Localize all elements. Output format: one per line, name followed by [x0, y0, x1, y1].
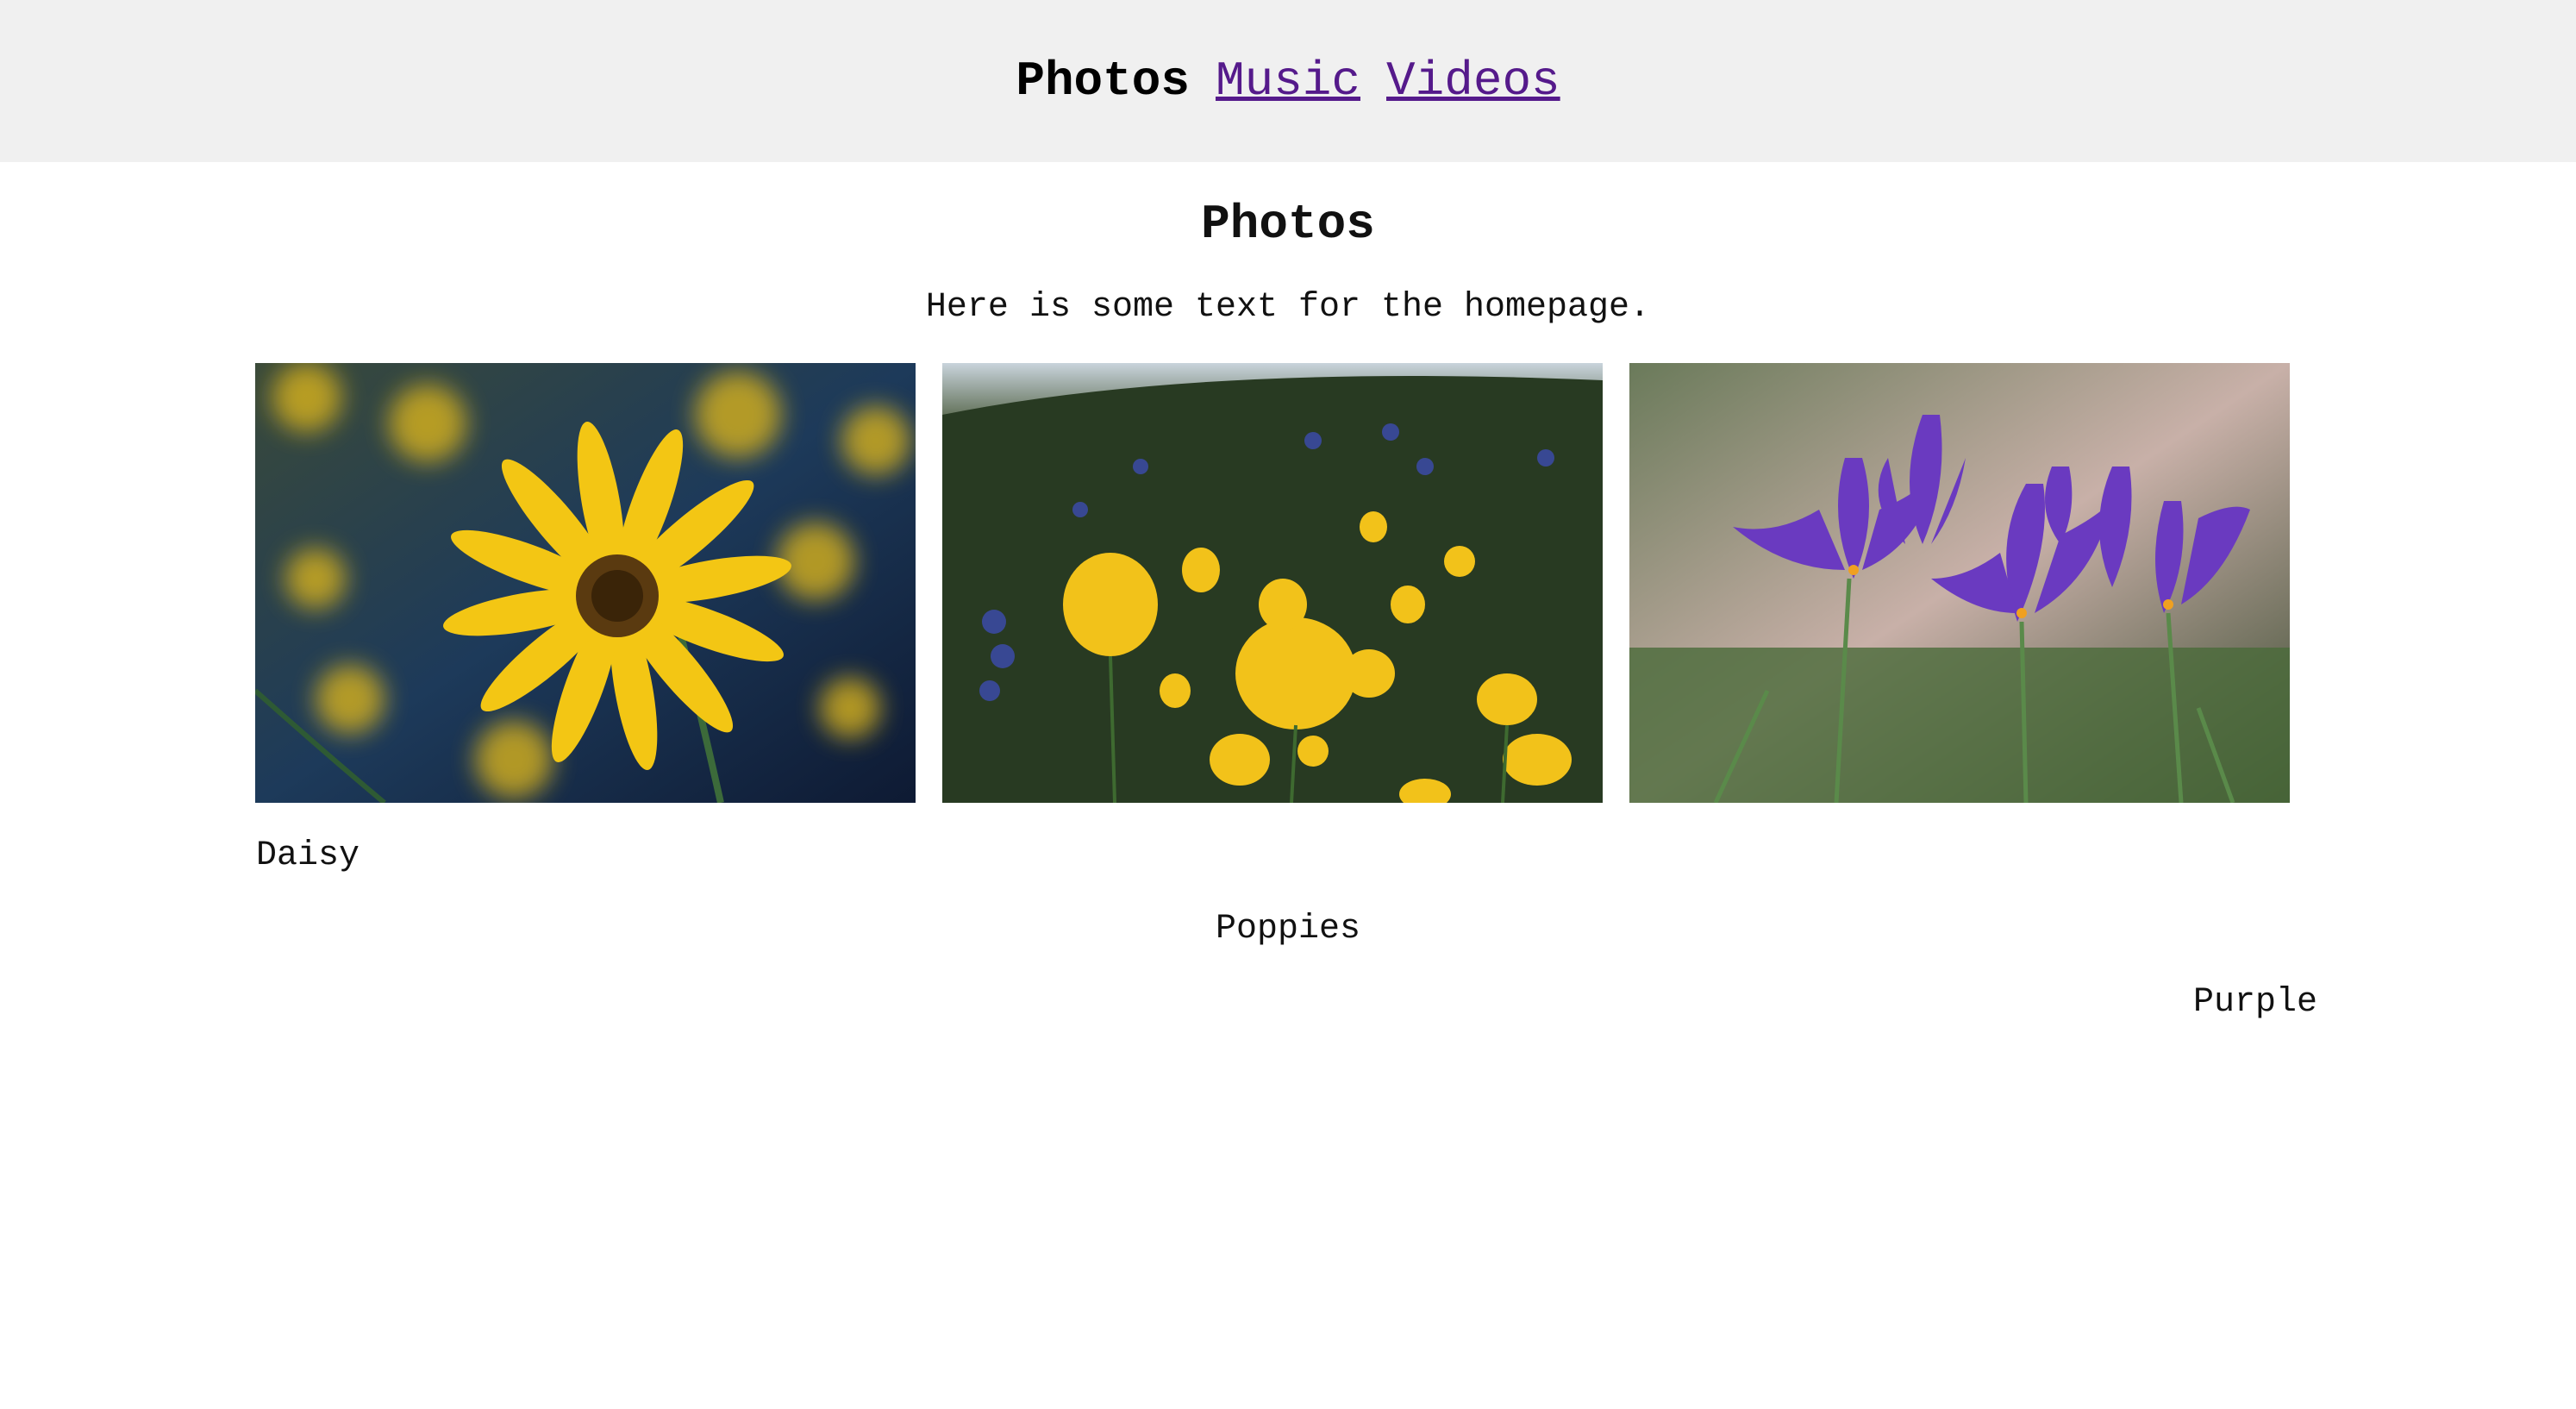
caption-purple: Purple — [2192, 983, 2317, 1022]
top-navigation: Photos Music Videos — [0, 0, 2576, 162]
nav-link-videos[interactable]: Videos — [1386, 53, 1560, 109]
caption-daisy: Daisy — [256, 836, 360, 875]
purple-photo — [1629, 363, 2290, 803]
daisy-photo — [255, 363, 916, 803]
intro-text: Here is some text for the homepage. — [925, 288, 1651, 327]
caption-poppies: Poppies — [1215, 910, 1361, 949]
page-title: Photos — [1201, 197, 1375, 252]
nav-link-music[interactable]: Music — [1216, 53, 1360, 109]
poppies-photo — [942, 363, 1603, 803]
nav-current-photos: Photos — [1016, 53, 1190, 109]
